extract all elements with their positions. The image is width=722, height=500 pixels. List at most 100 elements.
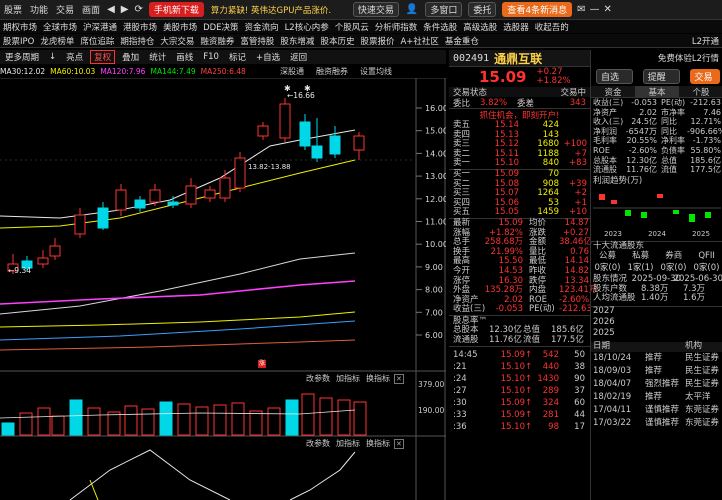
book-row[interactable]: 买二 15.08 908 +39 bbox=[449, 179, 590, 190]
add-watch-button[interactable]: +自选 bbox=[253, 51, 283, 63]
watchlist-button[interactable]: 自选 bbox=[596, 68, 633, 84]
menu-item-stock[interactable]: 股票 bbox=[4, 3, 22, 16]
holder-tab[interactable]: 私募 bbox=[632, 251, 649, 262]
vol-edit-params[interactable]: 改参数 bbox=[306, 373, 330, 384]
user-icon[interactable]: 👤 bbox=[406, 4, 418, 15]
menu2-item[interactable]: 分析师指数 bbox=[375, 21, 418, 33]
kline-chart-area[interactable]: 16.00 15.00 14.00 13.00 12.00 11.00 10.00 9.00 8… bbox=[0, 78, 446, 500]
menu3-item[interactable]: 股东增减 bbox=[280, 35, 314, 47]
f10-button[interactable]: F10 bbox=[200, 52, 222, 62]
menu2-item[interactable]: 期权市场 bbox=[3, 21, 37, 33]
quick-trade-button[interactable]: 快速交易 bbox=[352, 2, 399, 17]
holder-tab[interactable]: 券商 bbox=[665, 251, 682, 262]
menu2-item[interactable]: 港股市场 bbox=[123, 21, 157, 33]
event-marker[interactable]: 涨 bbox=[258, 360, 266, 368]
menu2-item[interactable]: DDE决策 bbox=[203, 21, 238, 33]
rating-row[interactable]: 18/09/03 推荐 民生证券 bbox=[591, 365, 722, 378]
holder-tabs: 公募 私募 券商 QFII bbox=[591, 251, 722, 262]
macd-add-indicator[interactable]: 加指标 bbox=[336, 438, 360, 449]
rating-row[interactable]: 18/04/07 强烈推荐 民生证券 bbox=[591, 378, 722, 391]
year-row[interactable]: 2025 bbox=[591, 328, 722, 340]
multi-window-button[interactable]: 多窗口 bbox=[425, 2, 463, 17]
rating-row[interactable]: 18/10/24 推荐 民生证券 bbox=[591, 352, 722, 365]
menu3-item[interactable]: L2开通 bbox=[692, 35, 719, 47]
vol-close-icon[interactable]: ✕ bbox=[394, 373, 404, 384]
tick-time: :36 bbox=[453, 421, 467, 432]
menu3-item[interactable]: 股票报价 bbox=[360, 35, 394, 47]
ma60-label: MA60:10.03 bbox=[50, 66, 96, 76]
menu2-item[interactable]: 美股市场 bbox=[163, 21, 197, 33]
menu2-item[interactable]: 收起吾的 bbox=[535, 21, 569, 33]
stats-button[interactable]: 统计 bbox=[146, 51, 169, 63]
book-row[interactable]: 卖三 15.12 1680 +100 bbox=[449, 140, 590, 150]
trade-button[interactable]: 交易 bbox=[689, 68, 720, 84]
macd-swap-indicator[interactable]: 换指标 bbox=[366, 438, 390, 449]
macd-edit-params[interactable]: 改参数 bbox=[306, 438, 330, 449]
menu3-item[interactable]: 股票IPO bbox=[3, 35, 34, 47]
book-row[interactable]: 买五 15.05 1459 +10 bbox=[449, 208, 590, 218]
overlay-button[interactable]: 叠加 bbox=[119, 51, 142, 63]
rating-row[interactable]: 17/04/11 谨慎推荐 东莞证券 bbox=[591, 404, 722, 417]
vol-add-indicator[interactable]: 加指标 bbox=[336, 373, 360, 384]
close-icon[interactable]: ✕ bbox=[604, 4, 612, 15]
menu-item-screen[interactable]: 画面 bbox=[82, 3, 100, 16]
messages-button[interactable]: 查看4条新消息 bbox=[502, 2, 573, 17]
menu3-item[interactable]: 股本历史 bbox=[320, 35, 354, 47]
macd-close-icon[interactable]: ✕ bbox=[394, 438, 404, 449]
price-tick-label: 7.00 bbox=[425, 308, 443, 317]
book-row[interactable]: 卖一 15.10 840 +83 bbox=[449, 159, 590, 169]
tab-capital[interactable]: 资金 bbox=[591, 86, 635, 98]
book-price: 15.10 bbox=[494, 158, 519, 169]
menu-item-function[interactable]: 功能 bbox=[30, 3, 48, 16]
menu3-item[interactable]: 大宗交易 bbox=[160, 35, 194, 47]
menu3-item[interactable]: 席位追踪 bbox=[80, 35, 114, 47]
mail-icon[interactable]: ✉ bbox=[577, 4, 585, 15]
tick-up-icon: ↑ bbox=[525, 385, 533, 396]
entrust-button[interactable]: 委托 bbox=[468, 2, 497, 17]
book-row[interactable]: 买三 15.07 1264 +2 bbox=[449, 189, 590, 199]
period-down-icon[interactable]: ↓ bbox=[46, 52, 59, 62]
mark-button[interactable]: 标记 bbox=[226, 51, 249, 63]
menu3-item[interactable]: 融资融券 bbox=[200, 35, 234, 47]
refresh-icon[interactable]: ⟳ bbox=[134, 4, 142, 15]
tab-set-ma[interactable]: 设置均线 bbox=[360, 66, 392, 77]
holder-tab[interactable]: QFII bbox=[698, 251, 715, 262]
menu2-item[interactable]: 条件选股 bbox=[423, 21, 457, 33]
menu3-item[interactable]: 基金重仓 bbox=[445, 35, 479, 47]
holder-tab[interactable]: 公募 bbox=[599, 251, 616, 262]
menu3-item[interactable]: A+社社区 bbox=[400, 35, 438, 47]
menu3-item[interactable]: 龙虎榜单 bbox=[40, 35, 74, 47]
book-row[interactable]: 卖五 15.14 424 bbox=[449, 120, 590, 131]
back-icon[interactable]: ◀ bbox=[107, 4, 115, 15]
free-l2-link[interactable]: 免费体验L2行情 bbox=[658, 52, 719, 64]
alert-button[interactable]: 提醒 bbox=[642, 68, 680, 84]
rating-row[interactable]: 17/03/22 谨慎推荐 东莞证券 bbox=[591, 417, 722, 430]
menu2-item[interactable]: L2核心内参 bbox=[285, 21, 329, 33]
menu2-item[interactable]: 全球市场 bbox=[43, 21, 77, 33]
period-button[interactable]: 更多周期 bbox=[2, 51, 42, 63]
open-account-promo[interactable]: 抓住机会，即刻开户! bbox=[449, 109, 590, 121]
menu2-item[interactable]: 高级选股 bbox=[463, 21, 497, 33]
draw-button[interactable]: 画线 bbox=[173, 51, 196, 63]
menu3-item[interactable]: 期指持仓 bbox=[120, 35, 154, 47]
news-ticker[interactable]: 算力紧缺! 英伟达GPU产品涨价... bbox=[211, 4, 331, 16]
rating-row[interactable]: 18/02/19 推荐 太平洋 bbox=[591, 391, 722, 404]
tab-stock[interactable]: 个股 bbox=[679, 86, 722, 98]
forward-icon[interactable]: ▶ bbox=[121, 4, 129, 15]
minimize-icon[interactable]: — bbox=[590, 4, 600, 15]
menu-item-trade[interactable]: 交易 bbox=[56, 3, 74, 16]
phone-download-button[interactable]: 手机新下载 bbox=[148, 2, 204, 17]
tick-count: 50 bbox=[574, 349, 585, 360]
menu2-item[interactable]: 沪深港通 bbox=[83, 21, 117, 33]
highlight-button[interactable]: 亮点 bbox=[63, 51, 86, 63]
menu2-item[interactable]: 个股风云 bbox=[335, 21, 369, 33]
vol-swap-indicator[interactable]: 换指标 bbox=[366, 373, 390, 384]
menu2-item[interactable]: 资金流向 bbox=[245, 21, 279, 33]
adjust-button[interactable]: 复权 bbox=[90, 50, 116, 64]
menu2-item[interactable]: 选股器 bbox=[503, 21, 529, 33]
tab-hk-connect[interactable]: 深股通 bbox=[280, 66, 304, 77]
tab-margin[interactable]: 融资融券 bbox=[316, 66, 348, 77]
menu3-item[interactable]: 富管持股 bbox=[240, 35, 274, 47]
tab-basic[interactable]: 基本 bbox=[635, 85, 679, 98]
back-button[interactable]: 返回 bbox=[287, 51, 310, 63]
